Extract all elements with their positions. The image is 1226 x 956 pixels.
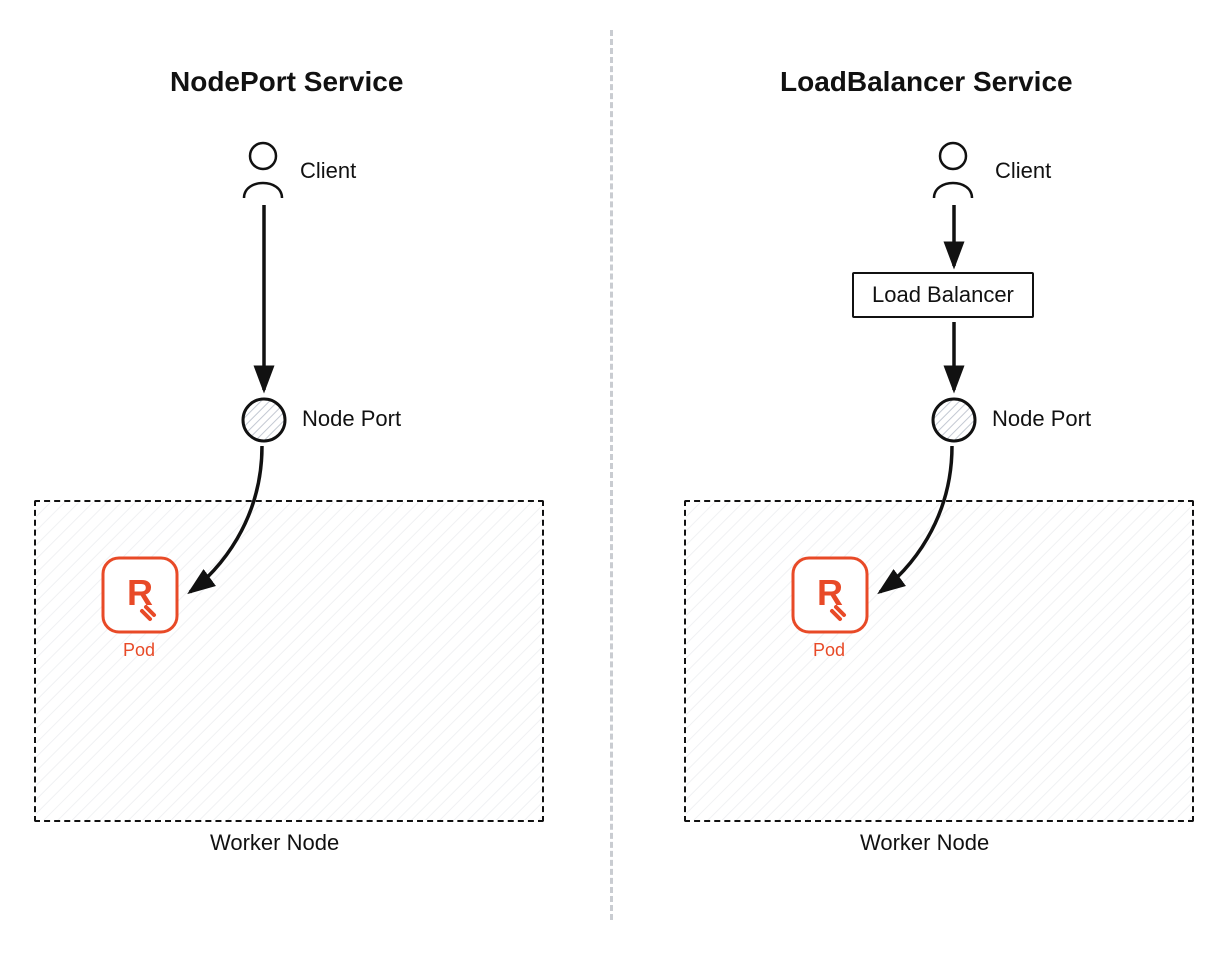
- client-icon: [238, 140, 288, 200]
- right-pod-label: Pod: [813, 640, 845, 661]
- right-worker-node: [684, 500, 1194, 822]
- load-balancer-label: Load Balancer: [872, 282, 1014, 307]
- right-title: LoadBalancer Service: [780, 66, 1073, 98]
- left-worker-label: Worker Node: [210, 830, 339, 856]
- center-divider: [610, 30, 613, 920]
- left-title: NodePort Service: [170, 66, 403, 98]
- left-client-label: Client: [300, 158, 356, 184]
- right-client-label: Client: [995, 158, 1051, 184]
- left-nodeport-icon: [240, 396, 288, 444]
- right-client-icon: [928, 140, 978, 200]
- left-nodeport-label: Node Port: [302, 406, 401, 432]
- svg-text:R: R: [817, 572, 843, 613]
- load-balancer-box: Load Balancer: [852, 272, 1034, 318]
- right-worker-label: Worker Node: [860, 830, 989, 856]
- right-nodeport-icon: [930, 396, 978, 444]
- right-pod-icon: R: [790, 555, 870, 635]
- right-nodeport-label: Node Port: [992, 406, 1091, 432]
- svg-text:R: R: [127, 572, 153, 613]
- left-pod-icon: R: [100, 555, 180, 635]
- left-worker-node: [34, 500, 544, 822]
- left-pod-label: Pod: [123, 640, 155, 661]
- diagram-canvas: NodePort Service Client Node Port: [0, 0, 1226, 956]
